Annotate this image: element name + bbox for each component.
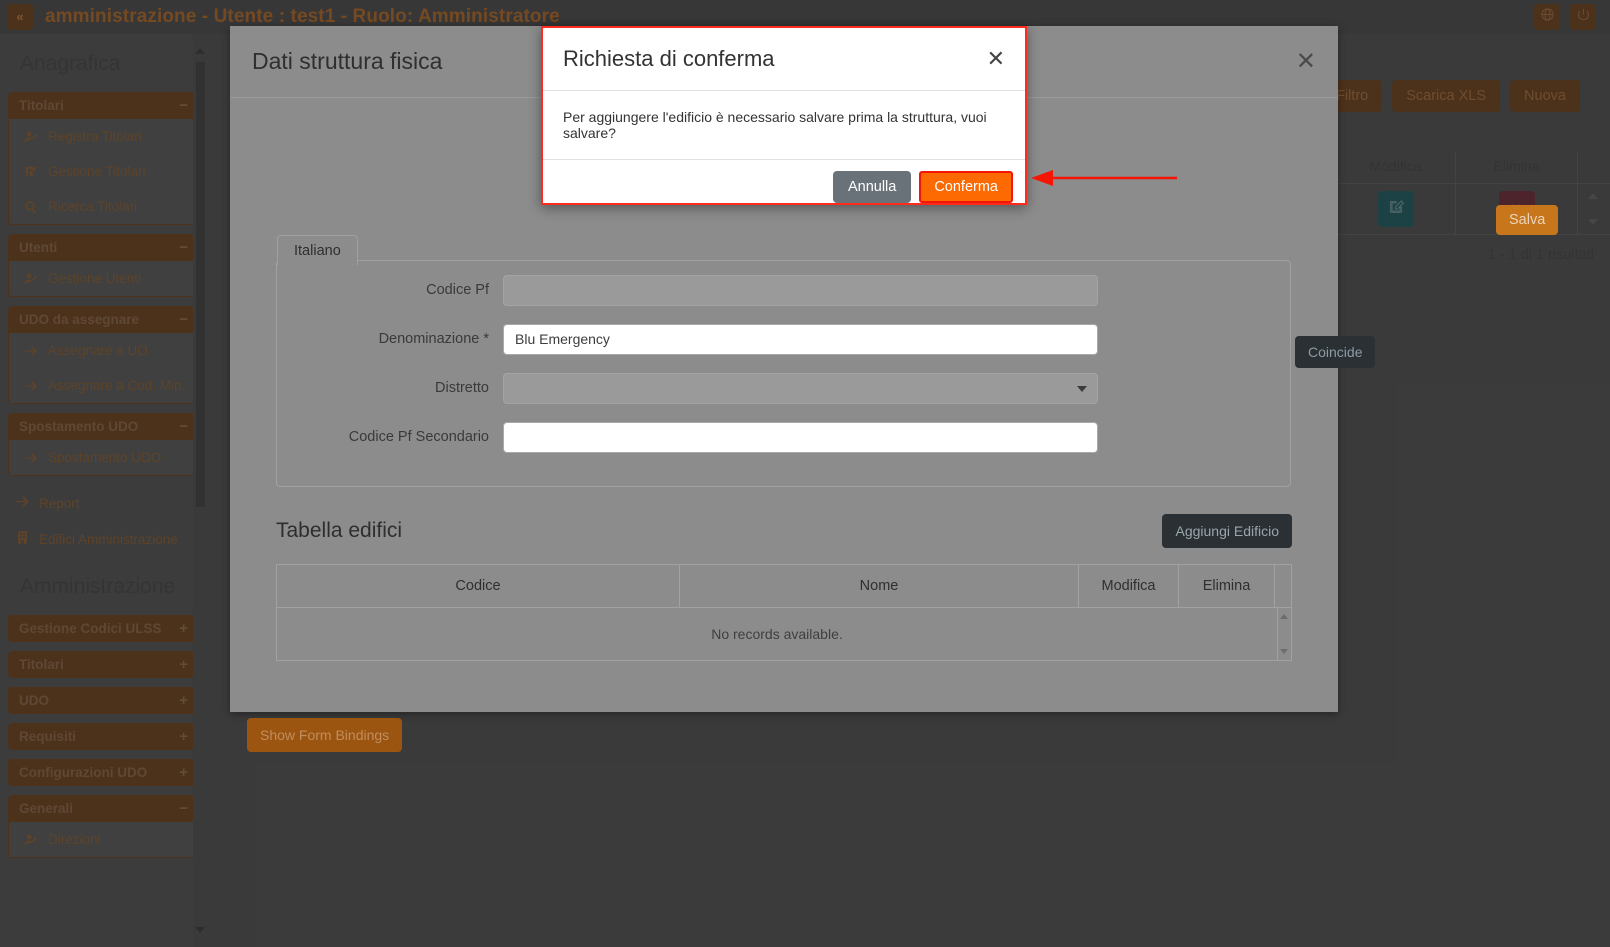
close-x-icon: ✕	[1295, 47, 1316, 75]
salva-button[interactable]: Salva	[1496, 205, 1559, 235]
column-header-elimina: Elimina	[1179, 565, 1275, 607]
confirm-dialog-close-button[interactable]: ✕	[987, 48, 1005, 70]
scroll-up-arrow-icon[interactable]	[1280, 614, 1288, 619]
annotation-arrow	[1029, 170, 1177, 186]
form-row-codice-pf: Codice Pf	[277, 270, 1290, 310]
label-codice-pf: Codice Pf	[426, 282, 489, 298]
codice-pf-secondario-input[interactable]	[503, 421, 1098, 453]
modal-title: Dati struttura fisica	[252, 48, 443, 74]
form-row-codice-pf-secondario: Codice Pf Secondario	[277, 417, 1290, 457]
annulla-button[interactable]: Annulla	[832, 171, 912, 203]
column-header-spacer	[1275, 565, 1291, 607]
column-header-codice: Codice	[277, 565, 680, 607]
modal-close-button[interactable]: ✕	[1295, 47, 1316, 75]
confirm-dialog-title: Richiesta di conferma	[563, 46, 775, 71]
empty-state-message: No records available.	[711, 626, 843, 642]
confirm-dialog-message: Per aggiungere l'edificio è necessario s…	[543, 91, 1025, 160]
form-row-distretto: Distretto	[277, 368, 1290, 408]
richiesta-di-conferma-dialog: Richiesta di conferma ✕ Per aggiungere l…	[541, 26, 1027, 205]
column-header-nome: Nome	[680, 565, 1079, 607]
tab-label: Italiano	[294, 242, 341, 259]
tab-italiano[interactable]: Italiano	[277, 235, 358, 265]
close-x-icon: ✕	[986, 46, 1005, 71]
denominazione-input[interactable]: Blu Emergency	[503, 323, 1098, 355]
aggiungi-edificio-button[interactable]: Aggiungi Edificio	[1162, 514, 1292, 548]
tabella-edifici-section: Tabella edifici Aggiungi Edificio Codice…	[276, 508, 1292, 661]
form-row-denominazione: Denominazione * Blu Emergency	[277, 319, 1290, 359]
show-form-bindings-button[interactable]: Show Form Bindings	[247, 718, 403, 752]
confirm-dialog-footer: Annulla Conferma	[543, 160, 1025, 214]
codice-pf-input	[503, 274, 1098, 306]
column-header-modifica: Modifica	[1079, 565, 1179, 607]
distretto-select[interactable]	[503, 372, 1098, 404]
scroll-down-arrow-icon[interactable]	[1280, 649, 1288, 654]
tabella-edifici-header: Tabella edifici Aggiungi Edificio	[276, 508, 1292, 554]
confirm-dialog-header: Richiesta di conferma ✕	[543, 28, 1025, 91]
table-header-row: Codice Nome Modifica Elimina	[277, 565, 1291, 608]
label-denominazione: Denominazione *	[378, 331, 489, 347]
table-empty-row: No records available.	[277, 608, 1291, 661]
conferma-button[interactable]: Conferma	[919, 171, 1013, 203]
table-vertical-scrollbar[interactable]	[1277, 608, 1291, 660]
chevron-down-icon	[1077, 385, 1087, 392]
struttura-fieldset: Italiano Codice Pf Denominazione * Blu E…	[276, 235, 1376, 487]
label-distretto: Distretto	[435, 380, 489, 396]
edifici-table: Codice Nome Modifica Elimina No records …	[276, 564, 1292, 661]
tabella-edifici-title: Tabella edifici	[276, 519, 403, 542]
coincide-button[interactable]: Coincide	[1295, 336, 1376, 368]
label-codice-pf-secondario: Codice Pf Secondario	[348, 429, 489, 445]
